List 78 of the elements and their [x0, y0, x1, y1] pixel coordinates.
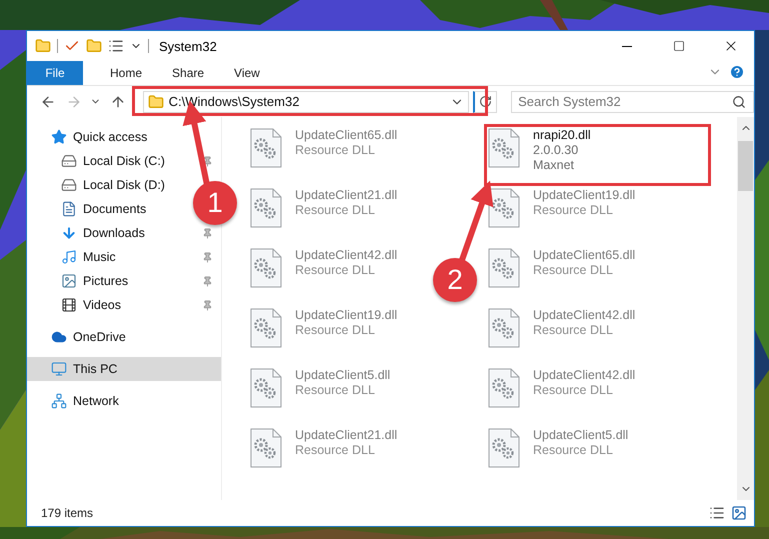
picture-icon	[61, 273, 77, 289]
gear-document-icon	[250, 308, 282, 348]
gear-document-icon	[488, 128, 520, 168]
nav-item[interactable]: Downloads	[83, 226, 145, 240]
gear-document-icon	[488, 188, 520, 228]
nav-item[interactable]: OneDrive	[73, 330, 126, 344]
file-name[interactable]: UpdateClient5.dll	[533, 428, 628, 442]
drive-icon	[61, 153, 77, 169]
nav-item[interactable]: Pictures	[83, 274, 128, 288]
gear-document-icon	[488, 308, 520, 348]
file-name[interactable]: UpdateClient42.dll	[533, 368, 636, 382]
drive-icon	[61, 177, 77, 193]
file-detail: Resource DLL	[295, 143, 376, 157]
search-field[interactable]: Search System32	[511, 90, 754, 112]
file-name[interactable]: UpdateClient21.dll	[295, 188, 398, 202]
file-detail: 2.0.0.30	[533, 143, 580, 157]
cloud-icon	[51, 329, 67, 345]
gear-document-icon	[488, 248, 520, 288]
picture-icon	[731, 505, 747, 521]
file-detail: Resource DLL	[533, 383, 614, 397]
ribbon-tab[interactable]: Share	[157, 61, 220, 85]
gear-document-icon	[250, 428, 282, 468]
nav-item[interactable]: Documents	[83, 202, 146, 216]
file-detail: Resource DLL	[533, 323, 614, 337]
window-title: System32	[159, 38, 218, 54]
file-detail: Resource DLL	[295, 263, 376, 277]
file-detail: Resource DLL	[295, 443, 376, 457]
file-name[interactable]: UpdateClient65.dll	[295, 128, 398, 142]
nav-item[interactable]: This PC	[27, 357, 221, 381]
item-count: 179 items	[41, 506, 94, 520]
nav-item[interactable]: Music	[83, 250, 116, 264]
star-icon	[51, 129, 67, 145]
file-detail: Maxnet	[533, 158, 575, 172]
file-name[interactable]: UpdateClient19.dll	[533, 188, 636, 202]
gear-document-icon	[488, 428, 520, 468]
gear-document-icon	[250, 248, 282, 288]
file-detail: Resource DLL	[295, 323, 376, 337]
nav-item[interactable]: Videos	[83, 298, 121, 312]
back-arrow-icon	[40, 94, 56, 110]
gear-document-icon	[488, 368, 520, 408]
maximize-icon	[673, 40, 685, 52]
file-name[interactable]: UpdateClient21.dll	[295, 428, 398, 442]
ribbon-tab[interactable]: View	[219, 61, 275, 85]
film-icon	[61, 297, 77, 313]
file-detail: Resource DLL	[533, 263, 614, 277]
properties-icon[interactable]	[108, 38, 124, 54]
address-field[interactable]: C:\Windows\System32	[142, 90, 470, 112]
music-note-icon	[61, 249, 77, 265]
file-name[interactable]: UpdateClient42.dll	[295, 248, 398, 262]
scrollbar-thumb[interactable]	[738, 141, 753, 191]
file-detail: Resource DLL	[533, 203, 614, 217]
file-name[interactable]: UpdateClient42.dll	[533, 308, 636, 322]
network-icon	[51, 393, 67, 409]
gear-document-icon	[250, 368, 282, 408]
refresh-icon	[479, 95, 492, 108]
list-icon	[709, 505, 725, 521]
document-icon	[61, 201, 77, 217]
file-detail: Resource DLL	[295, 383, 376, 397]
file-name[interactable]: UpdateClient19.dll	[295, 308, 398, 322]
file-name[interactable]: UpdateClient65.dll	[533, 248, 636, 262]
gear-document-icon	[250, 128, 282, 168]
download-icon	[61, 225, 77, 241]
folder-icon	[148, 94, 164, 110]
nav-item[interactable]: Quick access	[73, 130, 148, 144]
search-icon	[732, 94, 746, 108]
gear-document-icon	[250, 188, 282, 228]
help-icon	[729, 64, 745, 80]
monitor-icon	[51, 361, 67, 377]
forward-arrow-icon	[66, 94, 82, 110]
file-name[interactable]: nrapi20.dll	[533, 128, 591, 142]
file-menu-button[interactable]: File	[27, 61, 83, 85]
file-detail: Resource DLL	[295, 203, 376, 217]
file-detail: Resource DLL	[533, 443, 614, 457]
nav-item[interactable]: Local Disk (D:)	[83, 178, 165, 192]
file-name[interactable]: UpdateClient5.dll	[295, 368, 390, 382]
ribbon-tab[interactable]: Home	[95, 61, 158, 85]
nav-item[interactable]: Network	[73, 394, 119, 408]
nav-item[interactable]: Local Disk (C:)	[83, 154, 165, 168]
